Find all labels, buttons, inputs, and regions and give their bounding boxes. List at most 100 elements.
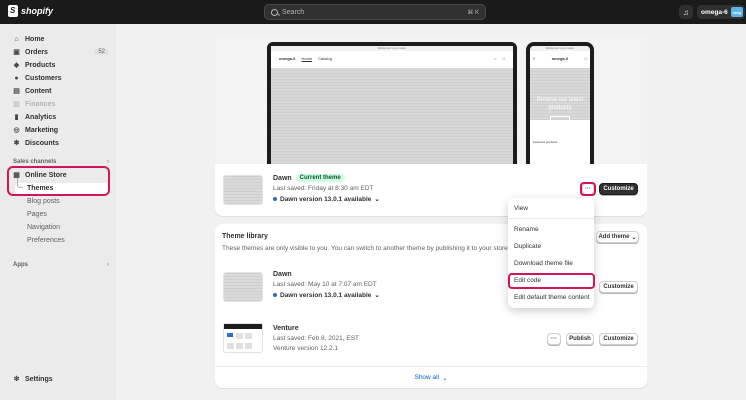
discount-icon: ✱: [13, 140, 20, 147]
menu-item-download-theme-file[interactable]: Download theme file: [514, 260, 573, 267]
sales-channels-heading[interactable]: Sales channels ›: [13, 159, 109, 165]
sidebar-subitem-navigation[interactable]: Navigation: [27, 224, 60, 231]
menu-item-duplicate[interactable]: Duplicate: [514, 243, 541, 250]
sidebar-item-orders[interactable]: ▣ Orders 52: [13, 46, 109, 58]
sidebar-item-products[interactable]: ◆ Products: [13, 59, 109, 71]
library-theme-version: Venture version 12.2.1: [273, 345, 339, 352]
show-all-link[interactable]: Show all ⌄: [215, 366, 647, 388]
venture-thumb-block: [227, 333, 233, 337]
theme-library-title: Theme library: [222, 233, 268, 240]
library-theme-version[interactable]: Dawn version 13.0.1 available ⌄: [273, 291, 380, 299]
menu-item-edit-default-theme-content[interactable]: Edit default theme content: [514, 294, 590, 301]
theme-actions-menu: View Rename Duplicate Download theme fil…: [508, 198, 594, 308]
customize-button[interactable]: Customize: [599, 183, 638, 195]
chevron-down-icon: ⌄: [442, 374, 448, 382]
bell-icon: ♫: [683, 7, 689, 17]
desktop-preview: Welcome to our store omega-6 Home Catalo…: [267, 42, 517, 164]
shopify-bag-icon: [8, 5, 18, 17]
venture-thumb-block: [236, 333, 243, 339]
tag-icon: ◆: [13, 62, 20, 69]
sidebar-item-label: Settings: [25, 375, 53, 383]
sidebar-item-label: Finances: [25, 100, 56, 108]
version-text: Dawn version 13.0.1 available: [280, 291, 372, 299]
bank-icon: ▥: [13, 101, 20, 108]
mobile-featured-label: Featured products: [533, 140, 558, 144]
current-theme-name: Dawn: [273, 174, 292, 182]
venture-thumb-block: [245, 333, 252, 339]
venture-thumb-block: [236, 343, 243, 349]
library-theme-name: Dawn: [273, 271, 292, 278]
gear-icon: ✻: [13, 376, 20, 383]
sidebar-item-label: Online Store: [25, 171, 67, 179]
mobile-menu-icon: ≡: [533, 55, 536, 61]
dawn-customize-button[interactable]: Customize: [599, 281, 638, 293]
store-avatar: omg: [730, 7, 743, 17]
mobile-preview-header: ≡ omega-6 □: [530, 51, 590, 65]
sidebar-subitem-preferences[interactable]: Preferences: [27, 237, 65, 244]
sidebar-subitem-themes[interactable]: Themes: [27, 185, 53, 192]
theme-preview[interactable]: Welcome to our store omega-6 Home Catalo…: [215, 36, 647, 164]
sidebar-item-label: Customers: [25, 74, 62, 82]
preview-header: omega-6 Home Catalog ○ □: [271, 51, 513, 65]
sidebar-item-discounts[interactable]: ✱ Discounts: [13, 137, 109, 149]
mobile-preview-screen: Welcome to our store ≡ omega-6 □ Browse …: [530, 46, 590, 164]
sidebar-item-marketing[interactable]: ◎ Marketing: [13, 124, 109, 136]
menu-item-view[interactable]: View: [514, 205, 528, 212]
sidebar-item-settings[interactable]: ✻ Settings: [13, 373, 109, 385]
sidebar-item-label: Discounts: [25, 139, 59, 147]
mobile-hero-image: [530, 68, 590, 120]
more-button-highlight: [580, 182, 596, 196]
sidebar-item-content[interactable]: ▤ Content: [13, 85, 109, 97]
chevron-down-icon: ⌄: [374, 196, 380, 203]
preview-nav-catalog: Catalog: [318, 55, 332, 61]
store-menu-button[interactable]: omega-6 omg: [697, 5, 745, 19]
store-icon: ▦: [13, 172, 20, 179]
mobile-hero-button: [550, 116, 570, 121]
library-theme-venture: Venture Last saved: Feb 8, 2021, EST Ven…: [273, 325, 359, 352]
venture-thumbnail: [223, 323, 263, 353]
search-input[interactable]: Search ⌘ K: [264, 4, 486, 20]
venture-thumb-header: [224, 324, 262, 329]
chart-icon: ▮: [14, 114, 19, 121]
sidebar-subitem-pages[interactable]: Pages: [27, 211, 47, 218]
add-theme-button[interactable]: Add theme ⌄: [596, 231, 639, 243]
theme-library-description: These themes are only visible to you. Yo…: [222, 245, 510, 252]
venture-more-button[interactable]: ···: [547, 333, 561, 345]
apps-heading[interactable]: Apps ›: [13, 262, 109, 268]
sidebar-item-home[interactable]: ⌂ Home: [13, 33, 109, 45]
shopify-logo[interactable]: shopify: [8, 5, 53, 17]
venture-customize-button[interactable]: Customize: [599, 333, 638, 345]
venture-thumb-block: [245, 343, 252, 349]
chevron-down-icon: ⌄: [631, 234, 637, 241]
sidebar-subitem-blog-posts[interactable]: Blog posts: [27, 198, 60, 205]
search-icon: [271, 8, 278, 16]
desktop-hero-image: [271, 68, 513, 164]
search-placeholder: Search: [282, 8, 305, 16]
mobile-hero-text: Browse our latest products: [536, 97, 584, 111]
venture-publish-button[interactable]: Publish: [566, 333, 594, 345]
add-theme-label: Add theme: [598, 234, 630, 240]
sidebar-item-online-store[interactable]: ▦ Online Store: [13, 169, 109, 181]
version-text: Dawn version 13.0.1 available: [280, 195, 372, 203]
library-theme-name: Venture: [273, 325, 299, 332]
sidebar-item-customers[interactable]: ● Customers: [13, 72, 109, 84]
sidebar-item-label: Analytics: [25, 113, 57, 121]
show-all-label: Show all: [414, 374, 440, 381]
chevron-right-icon: ›: [107, 159, 109, 165]
home-icon: ⌂: [14, 35, 19, 43]
person-icon: ●: [14, 74, 19, 82]
library-theme-last-saved: Last saved: Feb 8, 2021, EST: [273, 335, 359, 342]
current-theme-thumbnail: [223, 175, 263, 205]
mobile-cart-icon: □: [584, 55, 587, 61]
preview-store-name: omega-6: [279, 55, 296, 61]
sidebar-item-label: Orders: [25, 48, 48, 56]
sidebar-item-finances[interactable]: ▥ Finances: [13, 98, 109, 110]
sidebar-item-analytics[interactable]: ▮ Analytics: [13, 111, 109, 123]
notifications-button[interactable]: ♫: [679, 5, 693, 19]
current-theme-version[interactable]: Dawn version 13.0.1 available ⌄: [273, 195, 380, 203]
update-dot-icon: [273, 197, 277, 201]
menu-item-rename[interactable]: Rename: [514, 226, 539, 233]
target-icon: ◎: [13, 127, 20, 134]
library-theme-last-saved: Last saved: May 10 at 7:07 am EDT: [273, 281, 377, 288]
desktop-preview-screen: Welcome to our store omega-6 Home Catalo…: [271, 46, 513, 164]
